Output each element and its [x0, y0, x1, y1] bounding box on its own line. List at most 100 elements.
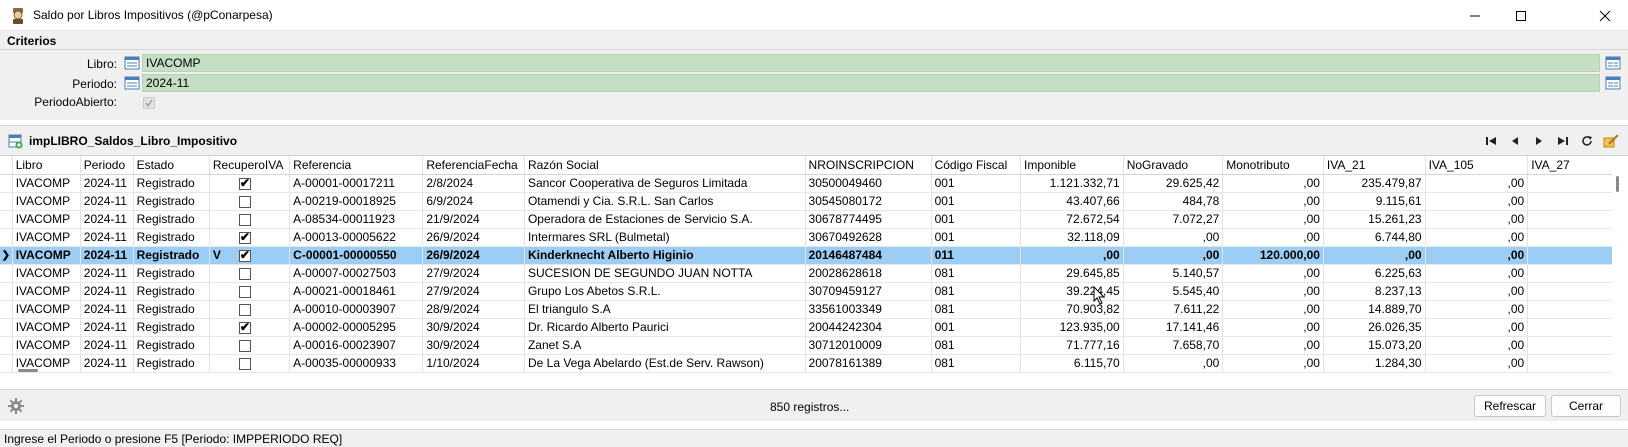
column-header[interactable]: Código Fiscal — [931, 156, 1022, 175]
edit-button[interactable] — [1602, 133, 1620, 149]
column-header[interactable]: NROINSCRIPCION — [805, 156, 932, 175]
minimize-button[interactable] — [1452, 0, 1498, 31]
cell-monotributo[interactable]: ,00 — [1222, 336, 1324, 355]
cell-libro[interactable]: IVACOMP — [12, 228, 81, 247]
cell-fecha[interactable]: 27/9/2024 — [422, 264, 525, 283]
close-window-button[interactable] — [1582, 0, 1628, 31]
cell-periodo[interactable]: 2024-11 — [80, 336, 134, 355]
cell-fecha[interactable]: 30/9/2024 — [422, 318, 525, 337]
column-header[interactable]: Periodo — [80, 156, 134, 175]
cell-estado[interactable]: Registrado — [133, 354, 210, 373]
row-marker[interactable] — [0, 210, 13, 229]
cell-periodo[interactable]: 2024-11 — [80, 192, 134, 211]
row-marker[interactable] — [0, 354, 13, 373]
scrollbar-thumb[interactable] — [1616, 176, 1619, 192]
table-row[interactable]: IVACOMP 2024-11 Registrado A-00010-00003907… — [0, 300, 1612, 319]
cell-iva105[interactable]: ,00 — [1425, 318, 1529, 337]
cell-iva105[interactable]: ,00 — [1425, 246, 1529, 265]
first-record-button[interactable] — [1482, 133, 1500, 149]
cell-iva21[interactable]: 9.115,61 — [1323, 192, 1426, 211]
cell-iva21[interactable]: 15.073,20 — [1323, 336, 1426, 355]
recupero-iva-cell[interactable]: ✔ — [209, 228, 291, 247]
cell-referencia[interactable]: A-00013-00005622 — [289, 228, 424, 247]
cell-nro[interactable]: 20044242304 — [805, 318, 932, 337]
cell-imponible[interactable]: 123.935,00 — [1020, 318, 1124, 337]
maximize-button[interactable] — [1498, 0, 1544, 31]
cell-iva27[interactable]: ,( — [1527, 300, 1612, 319]
cell-iva27[interactable]: ,( — [1527, 174, 1612, 193]
cell-codigo[interactable]: 081 — [931, 300, 1022, 319]
cell-codigo[interactable]: 081 — [931, 282, 1022, 301]
table-row[interactable]: ❯ IVACOMP 2024-11 Registrado V ✔ C-00001-00000… — [0, 246, 1612, 265]
recupero-iva-checkbox[interactable] — [238, 195, 251, 208]
table-row[interactable]: IVACOMP 2024-11 Registrado A-00016-00023907… — [0, 336, 1612, 355]
row-marker[interactable] — [0, 174, 13, 193]
cell-referencia[interactable]: A-00007-00027503 — [289, 264, 424, 283]
cell-libro[interactable]: IVACOMP — [12, 246, 81, 265]
cell-nogravado[interactable]: 7.072,27 — [1123, 210, 1224, 229]
cell-codigo[interactable]: 001 — [931, 210, 1022, 229]
cell-iva105[interactable]: ,00 — [1425, 354, 1529, 373]
table-row[interactable]: IVACOMP 2024-11 Registrado A-00219-00018925… — [0, 192, 1612, 211]
column-header[interactable]: Imponible — [1020, 156, 1124, 175]
cell-referencia[interactable]: A-00021-00018461 — [289, 282, 424, 301]
cell-nogravado[interactable]: 29.625,42 — [1123, 174, 1224, 193]
cell-razon[interactable]: Sancor Cooperativa de Seguros Limitada — [524, 174, 806, 193]
cell-periodo[interactable]: 2024-11 — [80, 354, 134, 373]
cell-nro[interactable]: 30678774495 — [805, 210, 932, 229]
cell-estado[interactable]: Registrado — [133, 174, 210, 193]
cell-referencia[interactable]: A-08534-00011923 — [289, 210, 424, 229]
cell-estado[interactable]: Registrado — [133, 192, 210, 211]
periodo-field[interactable]: 2024-11 — [142, 74, 1600, 92]
cell-iva105[interactable]: ,00 — [1425, 210, 1529, 229]
cell-referencia[interactable]: A-00219-00018925 — [289, 192, 424, 211]
cell-estado[interactable]: Registrado — [133, 246, 210, 265]
cell-fecha[interactable]: 26/9/2024 — [422, 228, 525, 247]
cell-iva21[interactable]: 6.225,63 — [1323, 264, 1426, 283]
recupero-iva-checkbox[interactable]: ✔ — [238, 248, 251, 262]
cell-nro[interactable]: 30712010009 — [805, 336, 932, 355]
cell-periodo[interactable]: 2024-11 — [80, 174, 134, 193]
cell-referencia[interactable]: A-00001-00017211 — [289, 174, 424, 193]
cell-nro[interactable]: 20078161389 — [805, 354, 932, 373]
cell-codigo[interactable]: 001 — [931, 228, 1022, 247]
table-row[interactable]: IVACOMP 2024-11 Registrado A-00035-00000933… — [0, 354, 1612, 373]
cell-imponible[interactable]: 29.645,85 — [1020, 264, 1124, 283]
cell-libro[interactable]: IVACOMP — [12, 336, 81, 355]
recupero-iva-checkbox[interactable] — [238, 303, 251, 316]
refresh-grid-button[interactable] — [1578, 133, 1596, 149]
cell-periodo[interactable]: 2024-11 — [80, 264, 134, 283]
cell-codigo[interactable]: 001 — [931, 174, 1022, 193]
cell-monotributo[interactable]: 120.000,00 — [1222, 246, 1324, 265]
cell-periodo[interactable]: 2024-11 — [80, 300, 134, 319]
cell-iva21[interactable]: 6.744,80 — [1323, 228, 1426, 247]
cell-nro[interactable]: 30545080172 — [805, 192, 932, 211]
cell-libro[interactable]: IVACOMP — [12, 318, 81, 337]
column-header[interactable]: ReferenciaFecha — [422, 156, 525, 175]
cell-nro[interactable]: 30670492628 — [805, 228, 932, 247]
cell-estado[interactable]: Registrado — [133, 336, 210, 355]
cell-fecha[interactable]: 30/9/2024 — [422, 336, 525, 355]
column-header[interactable]: Razón Social — [524, 156, 806, 175]
cell-periodo[interactable]: 2024-11 — [80, 246, 134, 265]
cell-estado[interactable]: Registrado — [133, 300, 210, 319]
row-marker[interactable] — [0, 264, 13, 283]
cell-fecha[interactable]: 26/9/2024 — [422, 246, 525, 265]
cell-monotributo[interactable]: ,00 — [1222, 282, 1324, 301]
cell-referencia[interactable]: A-00002-00005295 — [289, 318, 424, 337]
cell-estado[interactable]: Registrado — [133, 210, 210, 229]
cell-referencia[interactable]: A-00010-00003907 — [289, 300, 424, 319]
recupero-iva-checkbox[interactable] — [238, 267, 251, 280]
cell-codigo[interactable]: 081 — [931, 264, 1022, 283]
cell-iva105[interactable]: ,00 — [1425, 282, 1529, 301]
column-header[interactable]: Monotributo — [1222, 156, 1324, 175]
cell-nogravado[interactable]: 484,78 — [1123, 192, 1224, 211]
cell-razon[interactable]: Intermares SRL (Bulmetal) — [524, 228, 806, 247]
recupero-iva-checkbox[interactable]: ✔ — [238, 176, 251, 190]
table-row[interactable]: IVACOMP 2024-11 Registrado A-00021-00018461… — [0, 282, 1612, 301]
close-button[interactable]: Cerrar — [1551, 395, 1621, 417]
cell-estado[interactable]: Registrado — [133, 318, 210, 337]
cell-codigo[interactable]: 001 — [931, 318, 1022, 337]
cell-fecha[interactable]: 1/10/2024 — [422, 354, 525, 373]
recupero-iva-cell[interactable]: ✔ — [209, 174, 291, 193]
